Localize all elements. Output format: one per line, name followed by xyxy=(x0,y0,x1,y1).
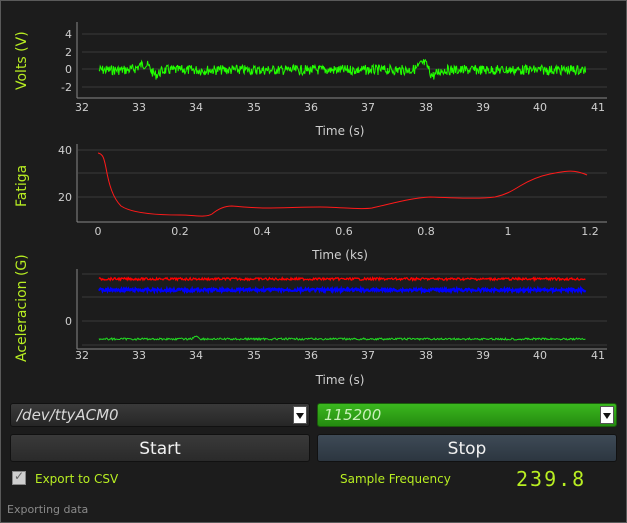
fatiga-xtick: 0.2 xyxy=(171,225,189,238)
fatiga-xtick: 0.4 xyxy=(253,225,271,238)
volts-plot: 4 2 0 -2 32 33 34 35 36 37 38 39 40 41 T… xyxy=(0,0,627,140)
volts-ytick: 0 xyxy=(65,63,72,76)
volts-xtick: 41 xyxy=(591,101,605,114)
fatiga-ytick: 40 xyxy=(58,144,72,157)
fatiga-ytick: 20 xyxy=(58,191,72,204)
accel-xtick: 33 xyxy=(132,349,146,362)
accel-xtick: 36 xyxy=(304,349,318,362)
fatiga-xlabel: Time (ks) xyxy=(311,248,368,262)
export-csv-checkbox[interactable] xyxy=(12,469,26,485)
stop-button[interactable]: Stop xyxy=(317,434,617,462)
accel-xtick: 38 xyxy=(419,349,433,362)
volts-xtick: 34 xyxy=(189,101,203,114)
accel-ylabel: Aceleracion (G) xyxy=(14,254,30,362)
accel-xtick: 37 xyxy=(361,349,375,362)
start-button[interactable]: Start xyxy=(10,434,310,462)
accel-xtick: 34 xyxy=(189,349,203,362)
volts-ylabel: Volts (V) xyxy=(14,31,30,90)
status-bar-text: Exporting data xyxy=(7,503,89,516)
fatiga-xtick: 1 xyxy=(505,225,512,238)
port-select[interactable]: /dev/ttyACM0 xyxy=(10,403,310,427)
volts-xtick: 40 xyxy=(533,101,547,114)
sample-frequency-label: Sample Frequency xyxy=(340,472,451,486)
fatiga-curve xyxy=(97,152,588,217)
baud-select-value: 115200 xyxy=(324,406,382,424)
volts-xtick: 38 xyxy=(419,101,433,114)
volts-xlabel: Time (s) xyxy=(315,124,365,138)
volts-ytick: -2 xyxy=(61,81,72,94)
accel-green-line xyxy=(98,335,586,342)
accel-red-line xyxy=(98,276,586,283)
export-csv-label[interactable]: Export to CSV xyxy=(35,472,118,486)
accel-ytick: 0 xyxy=(65,315,72,328)
port-select-value: /dev/ttyACM0 xyxy=(17,406,119,424)
accel-xlabel: Time (s) xyxy=(315,373,365,387)
volts-xtick: 39 xyxy=(476,101,490,114)
accel-xtick: 41 xyxy=(591,349,605,362)
fatiga-plot: 40 20 0 0.2 0.4 0.6 0.8 1 1.2 Time (ks) xyxy=(0,140,627,265)
fatiga-xtick: 0.6 xyxy=(335,225,353,238)
volts-ytick: 2 xyxy=(65,46,72,59)
accel-xtick: 32 xyxy=(75,349,89,362)
accel-blue-line xyxy=(98,285,587,296)
fatiga-xtick: 0.8 xyxy=(417,225,435,238)
accel-xtick: 40 xyxy=(533,349,547,362)
volts-xtick: 32 xyxy=(75,101,89,114)
fatiga-xtick: 1.2 xyxy=(581,225,599,238)
accel-plot: 0 32 33 34 35 36 37 38 39 40 41 Time (s) xyxy=(0,265,627,390)
accel-plot-svg: 0 32 33 34 35 36 37 38 39 40 41 Time (s) xyxy=(65,269,607,387)
chevron-down-icon[interactable] xyxy=(600,406,614,424)
accel-xtick: 39 xyxy=(476,349,490,362)
fatiga-plot-svg: 40 20 0 0.2 0.4 0.6 0.8 1 1.2 Time (ks) xyxy=(58,144,607,262)
chevron-down-icon[interactable] xyxy=(293,406,307,424)
volts-xtick: 37 xyxy=(361,101,375,114)
volts-xtick: 33 xyxy=(132,101,146,114)
volts-xtick: 36 xyxy=(304,101,318,114)
fatiga-xtick: 0 xyxy=(95,225,102,238)
accel-xtick: 35 xyxy=(247,349,261,362)
baud-select[interactable]: 115200 xyxy=(317,403,617,427)
volts-plot-svg: 4 2 0 -2 32 33 34 35 36 37 38 39 40 41 T… xyxy=(61,22,607,138)
volts-ytick: 4 xyxy=(65,28,72,41)
volts-xtick: 35 xyxy=(247,101,261,114)
sample-frequency-value: 239.8 xyxy=(516,467,587,491)
fatiga-ylabel: Fatiga xyxy=(14,164,30,207)
